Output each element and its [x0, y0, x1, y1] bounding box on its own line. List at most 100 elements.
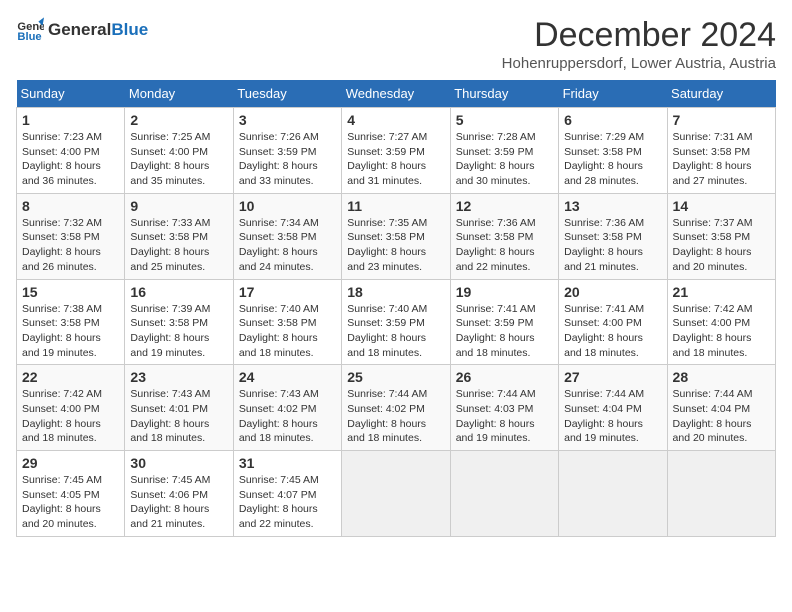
day-number: 14 — [673, 198, 770, 214]
calendar-cell: 25 Sunrise: 7:44 AMSunset: 4:02 PMDayligh… — [342, 365, 450, 451]
day-number: 23 — [130, 369, 227, 385]
day-info: Sunrise: 7:28 AMSunset: 3:59 PMDaylight:… — [456, 130, 553, 189]
day-info: Sunrise: 7:44 AMSunset: 4:03 PMDaylight:… — [456, 387, 553, 446]
day-info: Sunrise: 7:40 AMSunset: 3:58 PMDaylight:… — [239, 302, 336, 361]
day-info: Sunrise: 7:38 AMSunset: 3:58 PMDaylight:… — [22, 302, 119, 361]
day-number: 11 — [347, 198, 444, 214]
day-number: 18 — [347, 284, 444, 300]
day-info: Sunrise: 7:45 AMSunset: 4:07 PMDaylight:… — [239, 473, 336, 532]
title-area: December 2024 Hohenruppersdorf, Lower Au… — [502, 16, 776, 72]
day-info: Sunrise: 7:45 AMSunset: 4:05 PMDaylight:… — [22, 473, 119, 532]
day-number: 7 — [673, 112, 770, 128]
day-number: 21 — [673, 284, 770, 300]
calendar-cell: 6 Sunrise: 7:29 AMSunset: 3:58 PMDaylight… — [559, 108, 667, 194]
day-number: 16 — [130, 284, 227, 300]
day-header-friday: Friday — [559, 80, 667, 108]
day-header-saturday: Saturday — [667, 80, 775, 108]
svg-text:Blue: Blue — [17, 31, 41, 43]
calendar-cell — [559, 451, 667, 537]
calendar-cell: 1 Sunrise: 7:23 AMSunset: 4:00 PMDaylight… — [17, 108, 125, 194]
calendar-cell: 27 Sunrise: 7:44 AMSunset: 4:04 PMDayligh… — [559, 365, 667, 451]
calendar-cell: 28 Sunrise: 7:44 AMSunset: 4:04 PMDayligh… — [667, 365, 775, 451]
day-info: Sunrise: 7:41 AMSunset: 3:59 PMDaylight:… — [456, 302, 553, 361]
day-number: 22 — [22, 369, 119, 385]
day-number: 15 — [22, 284, 119, 300]
calendar-cell: 21Sunrise: 7:42 AMSunset: 4:00 PMDayligh… — [667, 279, 775, 365]
day-info: Sunrise: 7:44 AMSunset: 4:02 PMDaylight:… — [347, 387, 444, 446]
calendar-cell: 18 Sunrise: 7:40 AMSunset: 3:59 PMDayligh… — [342, 279, 450, 365]
calendar-cell: 12 Sunrise: 7:36 AMSunset: 3:58 PMDayligh… — [450, 193, 558, 279]
calendar-cell: 5 Sunrise: 7:28 AMSunset: 3:59 PMDaylight… — [450, 108, 558, 194]
day-header-tuesday: Tuesday — [233, 80, 341, 108]
day-info: Sunrise: 7:27 AMSunset: 3:59 PMDaylight:… — [347, 130, 444, 189]
day-number: 30 — [130, 455, 227, 471]
calendar-week-row: 29 Sunrise: 7:45 AMSunset: 4:05 PMDayligh… — [17, 451, 776, 537]
calendar-week-row: 15 Sunrise: 7:38 AMSunset: 3:58 PMDayligh… — [17, 279, 776, 365]
day-number: 31 — [239, 455, 336, 471]
day-info: Sunrise: 7:37 AMSunset: 3:58 PMDaylight:… — [673, 216, 770, 275]
calendar-cell: 23 Sunrise: 7:43 AMSunset: 4:01 PMDayligh… — [125, 365, 233, 451]
calendar-cell: 30 Sunrise: 7:45 AMSunset: 4:06 PMDayligh… — [125, 451, 233, 537]
location-subtitle: Hohenruppersdorf, Lower Austria, Austria — [502, 55, 776, 72]
day-info: Sunrise: 7:23 AMSunset: 4:00 PMDaylight:… — [22, 130, 119, 189]
day-info: Sunrise: 7:39 AMSunset: 3:58 PMDaylight:… — [130, 302, 227, 361]
calendar-table: SundayMondayTuesdayWednesdayThursdayFrid… — [16, 80, 776, 537]
day-number: 25 — [347, 369, 444, 385]
day-info: Sunrise: 7:35 AMSunset: 3:58 PMDaylight:… — [347, 216, 444, 275]
calendar-cell — [450, 451, 558, 537]
day-number: 4 — [347, 112, 444, 128]
day-info: Sunrise: 7:44 AMSunset: 4:04 PMDaylight:… — [673, 387, 770, 446]
day-number: 28 — [673, 369, 770, 385]
calendar-cell: 8 Sunrise: 7:32 AMSunset: 3:58 PMDaylight… — [17, 193, 125, 279]
day-info: Sunrise: 7:44 AMSunset: 4:04 PMDaylight:… — [564, 387, 661, 446]
day-number: 26 — [456, 369, 553, 385]
day-info: Sunrise: 7:33 AMSunset: 3:58 PMDaylight:… — [130, 216, 227, 275]
day-header-thursday: Thursday — [450, 80, 558, 108]
calendar-cell: 13 Sunrise: 7:36 AMSunset: 3:58 PMDayligh… — [559, 193, 667, 279]
calendar-cell: 7 Sunrise: 7:31 AMSunset: 3:58 PMDaylight… — [667, 108, 775, 194]
day-number: 17 — [239, 284, 336, 300]
day-number: 3 — [239, 112, 336, 128]
calendar-week-row: 8 Sunrise: 7:32 AMSunset: 3:58 PMDaylight… — [17, 193, 776, 279]
day-info: Sunrise: 7:36 AMSunset: 3:58 PMDaylight:… — [564, 216, 661, 275]
day-number: 8 — [22, 198, 119, 214]
day-number: 27 — [564, 369, 661, 385]
logo: General Blue GeneralBlue — [16, 16, 148, 44]
day-info: Sunrise: 7:34 AMSunset: 3:58 PMDaylight:… — [239, 216, 336, 275]
day-number: 6 — [564, 112, 661, 128]
calendar-cell: 3Sunrise: 7:26 AMSunset: 3:59 PMDaylight… — [233, 108, 341, 194]
calendar-cell — [667, 451, 775, 537]
calendar-cell — [342, 451, 450, 537]
day-info: Sunrise: 7:42 AMSunset: 4:00 PMDaylight:… — [22, 387, 119, 446]
calendar-cell: 19 Sunrise: 7:41 AMSunset: 3:59 PMDayligh… — [450, 279, 558, 365]
day-number: 12 — [456, 198, 553, 214]
day-info: Sunrise: 7:41 AMSunset: 4:00 PMDaylight:… — [564, 302, 661, 361]
calendar-cell: 11 Sunrise: 7:35 AMSunset: 3:58 PMDayligh… — [342, 193, 450, 279]
day-number: 13 — [564, 198, 661, 214]
day-number: 19 — [456, 284, 553, 300]
logo-icon: General Blue — [16, 16, 44, 44]
calendar-cell: 29 Sunrise: 7:45 AMSunset: 4:05 PMDayligh… — [17, 451, 125, 537]
day-number: 2 — [130, 112, 227, 128]
calendar-cell: 20Sunrise: 7:41 AMSunset: 4:00 PMDayligh… — [559, 279, 667, 365]
day-info: Sunrise: 7:36 AMSunset: 3:58 PMDaylight:… — [456, 216, 553, 275]
calendar-cell: 24Sunrise: 7:43 AMSunset: 4:02 PMDayligh… — [233, 365, 341, 451]
day-info: Sunrise: 7:43 AMSunset: 4:02 PMDaylight:… — [239, 387, 336, 446]
day-number: 29 — [22, 455, 119, 471]
day-info: Sunrise: 7:45 AMSunset: 4:06 PMDaylight:… — [130, 473, 227, 532]
calendar-cell: 14 Sunrise: 7:37 AMSunset: 3:58 PMDayligh… — [667, 193, 775, 279]
calendar-cell: 9 Sunrise: 7:33 AMSunset: 3:58 PMDaylight… — [125, 193, 233, 279]
calendar-cell: 10Sunrise: 7:34 AMSunset: 3:58 PMDayligh… — [233, 193, 341, 279]
day-info: Sunrise: 7:29 AMSunset: 3:58 PMDaylight:… — [564, 130, 661, 189]
day-number: 5 — [456, 112, 553, 128]
calendar-cell: 16 Sunrise: 7:39 AMSunset: 3:58 PMDayligh… — [125, 279, 233, 365]
day-info: Sunrise: 7:31 AMSunset: 3:58 PMDaylight:… — [673, 130, 770, 189]
day-number: 9 — [130, 198, 227, 214]
header-row: SundayMondayTuesdayWednesdayThursdayFrid… — [17, 80, 776, 108]
day-number: 1 — [22, 112, 119, 128]
day-info: Sunrise: 7:32 AMSunset: 3:58 PMDaylight:… — [22, 216, 119, 275]
day-info: Sunrise: 7:40 AMSunset: 3:59 PMDaylight:… — [347, 302, 444, 361]
day-info: Sunrise: 7:43 AMSunset: 4:01 PMDaylight:… — [130, 387, 227, 446]
calendar-cell: 17 Sunrise: 7:40 AMSunset: 3:58 PMDayligh… — [233, 279, 341, 365]
day-header-sunday: Sunday — [17, 80, 125, 108]
